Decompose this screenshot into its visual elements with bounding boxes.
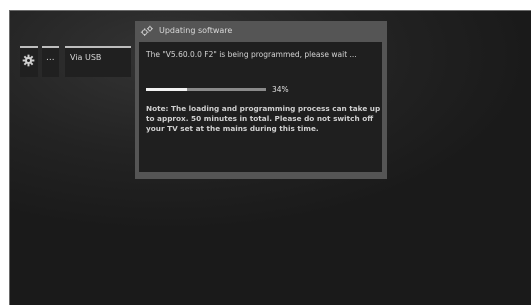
update-dialog: Updating software The "V5.60.0.0 F2" is … [135,21,387,179]
progress-bar [146,88,266,91]
dialog-title: Updating software [159,26,233,35]
dialog-body: The "V5.60.0.0 F2" is being programmed, … [139,42,382,172]
via-usb-tile[interactable]: Via USB [65,46,131,77]
progress-bar-fill [146,88,187,91]
gears-icon [140,25,153,36]
more-label: ... [46,53,55,63]
via-usb-label: Via USB [70,53,102,62]
dialog-title-bar: Updating software [135,21,387,42]
status-message: The "V5.60.0.0 F2" is being programmed, … [146,50,357,59]
tv-screen: ... Via USB Updating software The "V5.60… [9,10,531,305]
progress-percent: 34% [272,85,289,94]
warning-note: Note: The loading and programming proces… [146,104,381,133]
gear-icon [22,54,35,67]
more-options-tile[interactable]: ... [42,46,59,77]
settings-tile[interactable] [20,46,38,77]
